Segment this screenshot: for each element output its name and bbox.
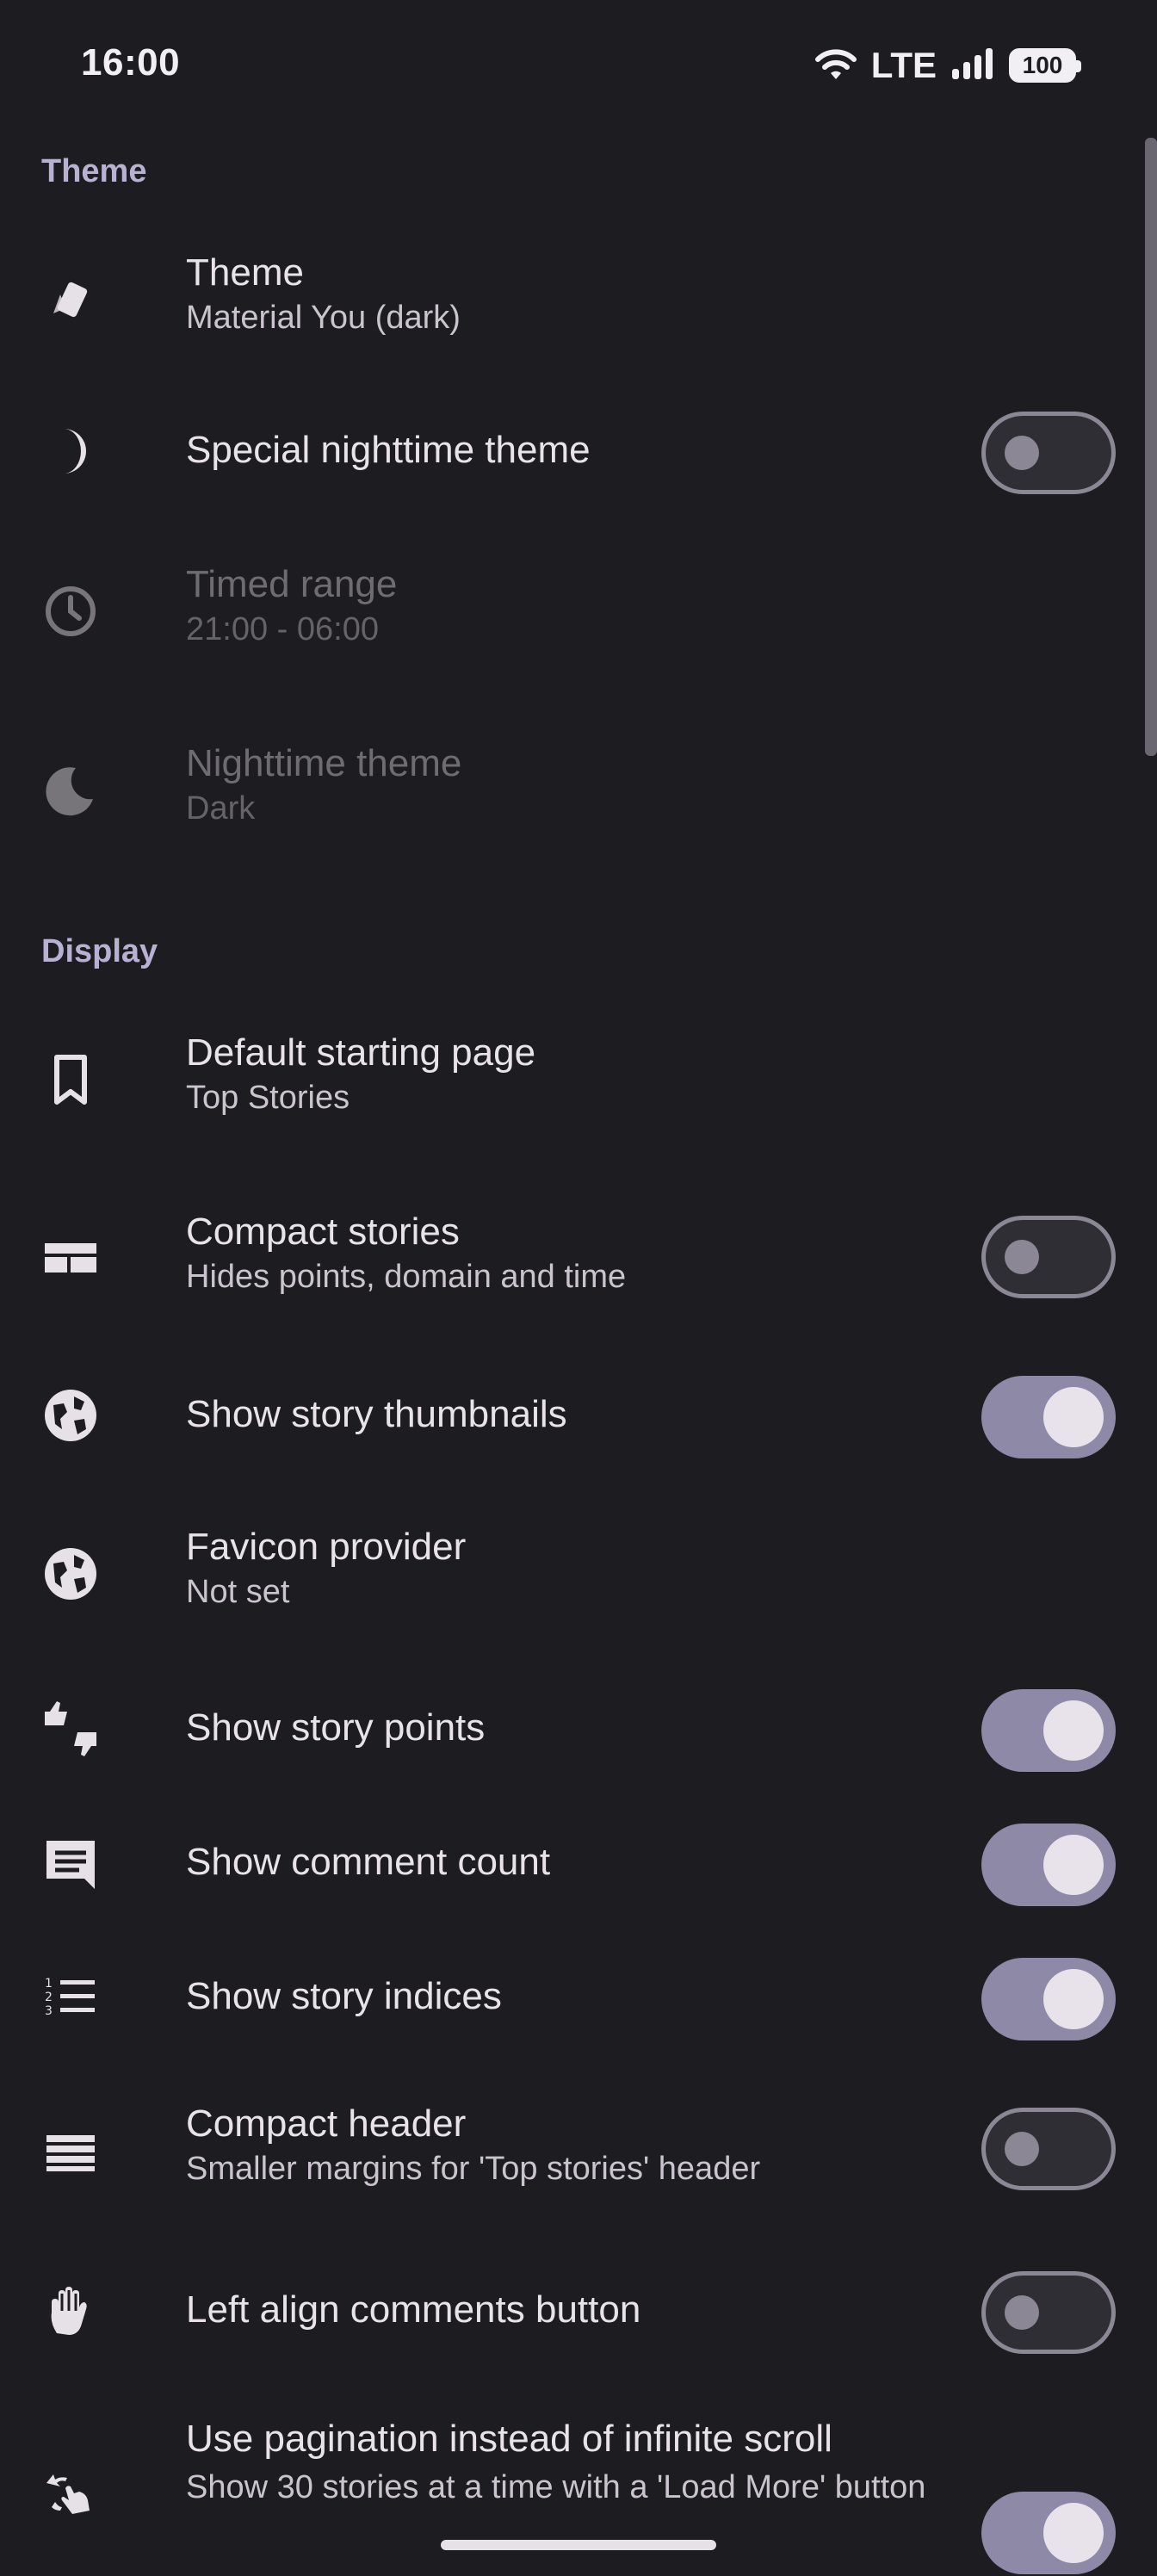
setting-summary: Hides points, domain and time [186, 1259, 627, 1295]
setting-show-comment-count[interactable]: Show comment count [0, 1817, 1157, 1911]
numbered-list-icon: 1 2 3 [38, 1965, 103, 2030]
thumbs-up-down-icon [38, 1696, 103, 1762]
status-bar: 16:00 LTE 100 [0, 0, 1157, 129]
hand-icon [38, 2278, 103, 2344]
setting-title: Show comment count [186, 1841, 551, 1883]
clock-icon [38, 579, 103, 644]
show-comment-count-switch[interactable] [981, 1824, 1116, 1906]
svg-text:1: 1 [45, 1977, 53, 1991]
signal-icon [950, 46, 995, 85]
section-title-display: Display [41, 933, 158, 969]
setting-compact-stories[interactable]: Compact stories Hides points, domain and… [0, 1209, 1157, 1303]
svg-text:3: 3 [45, 2004, 53, 2018]
pagination-switch[interactable] [981, 2492, 1116, 2574]
scrollbar[interactable] [1145, 138, 1157, 756]
setting-summary: Show 30 stories at a time with a 'Load M… [186, 2469, 926, 2505]
show-points-switch[interactable] [981, 1689, 1116, 1772]
setting-default-starting-page[interactable]: Default starting page Top Stories [0, 1030, 1157, 1124]
setting-summary: Dark [186, 790, 256, 827]
wifi-icon [814, 46, 857, 85]
setting-title: Favicon provider [186, 1526, 467, 1568]
network-type: LTE [870, 45, 937, 85]
setting-summary: Material You (dark) [186, 300, 461, 336]
setting-title: Special nighttime theme [186, 429, 591, 471]
globe-icon [38, 1541, 103, 1607]
compact-rows-icon [38, 2118, 103, 2183]
palette-cards-icon [38, 267, 103, 332]
left-align-comments-switch[interactable] [981, 2271, 1116, 2354]
section-title-theme: Theme [41, 153, 147, 189]
setting-title: Use pagination instead of infinite scrol… [186, 2418, 832, 2460]
setting-favicon-provider[interactable]: Favicon provider Not set [0, 1524, 1157, 1619]
compact-header-switch[interactable] [981, 2108, 1116, 2190]
special-nighttime-switch[interactable] [981, 412, 1116, 494]
setting-summary: Smaller margins for 'Top stories' header [186, 2151, 761, 2187]
home-indicator[interactable] [441, 2540, 716, 2550]
setting-title: Left align comments button [186, 2288, 641, 2331]
show-thumbnails-switch[interactable] [981, 1376, 1116, 1458]
setting-compact-header[interactable]: Compact header Smaller margins for 'Top … [0, 2101, 1157, 2195]
setting-left-align-comments-button[interactable]: Left align comments button [0, 2264, 1157, 2359]
setting-nighttime-theme[interactable]: Nighttime theme Dark [0, 740, 1157, 835]
setting-title: Show story points [186, 1706, 486, 1749]
compact-grid-icon [38, 1226, 103, 1291]
setting-title: Compact stories [186, 1211, 460, 1253]
svg-text:2: 2 [45, 1991, 53, 2004]
setting-title: Show story thumbnails [186, 1393, 567, 1435]
comment-icon [38, 1830, 103, 1896]
setting-summary: Not set [186, 1574, 290, 1610]
setting-timed-range[interactable]: Timed range 21:00 - 06:00 [0, 561, 1157, 656]
show-indices-switch[interactable] [981, 1958, 1116, 2040]
setting-title: Show story indices [186, 1975, 502, 2017]
setting-special-nighttime-theme[interactable]: Special nighttime theme [0, 405, 1157, 499]
status-icons: LTE 100 [814, 43, 1081, 88]
battery-icon: 100 [1009, 48, 1081, 83]
moon-icon [38, 758, 103, 823]
bookmark-icon [38, 1047, 103, 1112]
setting-title: Nighttime theme [186, 742, 462, 784]
setting-theme[interactable]: Theme Material You (dark) [0, 250, 1157, 344]
status-time: 16:00 [81, 41, 181, 84]
setting-show-story-indices[interactable]: 1 2 3 Show story indices [0, 1951, 1157, 2046]
half-moon-icon [38, 418, 103, 484]
setting-show-story-points[interactable]: Show story points [0, 1682, 1157, 1777]
setting-title: Theme [186, 251, 304, 294]
compact-stories-switch[interactable] [981, 1216, 1116, 1298]
setting-summary: Top Stories [186, 1080, 350, 1116]
setting-summary: 21:00 - 06:00 [186, 611, 379, 647]
setting-show-story-thumbnails[interactable]: Show story thumbnails [0, 1369, 1157, 1464]
swipe-icon [38, 2459, 103, 2524]
setting-title: Default starting page [186, 1031, 536, 1074]
globe-icon [38, 1383, 103, 1448]
setting-title: Timed range [186, 563, 398, 605]
setting-title: Compact header [186, 2102, 467, 2145]
